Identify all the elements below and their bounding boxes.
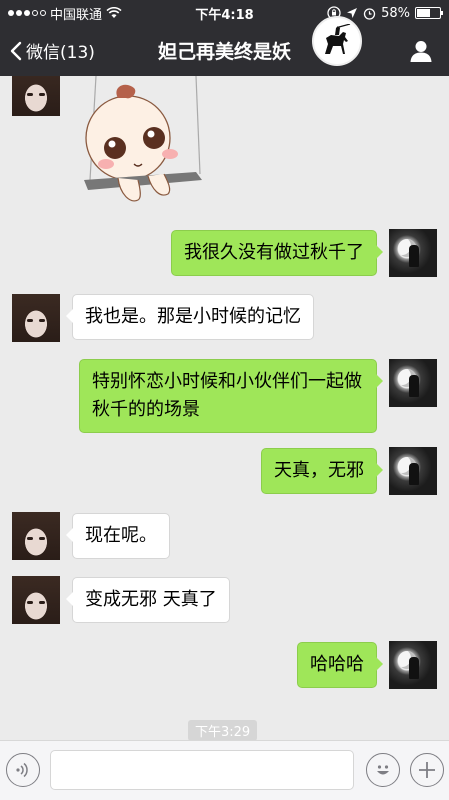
my-avatar[interactable]	[389, 229, 437, 277]
message-timestamp: 下午3:29	[188, 720, 258, 740]
location-icon	[347, 8, 358, 18]
my-avatar[interactable]	[389, 641, 437, 689]
wifi-icon	[106, 7, 122, 18]
message-text: 天真，无邪	[274, 460, 364, 481]
chat-nav-bar: 微信(13) 妲己再美终是妖	[0, 26, 449, 76]
back-label: 微信(13)	[26, 43, 95, 63]
more-button[interactable]	[410, 753, 444, 787]
horse-rider-icon	[325, 24, 351, 54]
battery-percent: 58%	[381, 5, 410, 21]
contact-avatar[interactable]	[12, 576, 60, 624]
contact-avatar[interactable]	[12, 76, 60, 116]
message-bubble-mine[interactable]: 哈哈哈	[297, 642, 383, 688]
chevron-left-icon	[10, 41, 22, 60]
message-bubble-mine[interactable]: 我很久没有做过秋千了	[171, 230, 383, 276]
message-text: 变成无邪 天真了	[85, 589, 217, 610]
message-text: 我也是。那是小时候的记忆	[85, 306, 301, 327]
alarm-icon	[363, 7, 376, 20]
message-input[interactable]	[50, 750, 354, 790]
message-bubble-theirs[interactable]: 我也是。那是小时候的记忆	[66, 294, 314, 340]
emoji-button[interactable]	[366, 753, 400, 787]
message-list[interactable]: 我很久没有做过秋千了 我也是。那是小时候的记忆 特别怀恋小时候和小伙伴们一起做秋…	[0, 76, 449, 740]
back-button[interactable]: 微信(13)	[10, 38, 95, 63]
message-text: 我很久没有做过秋千了	[184, 242, 364, 263]
message-text: 特别怀恋小时候和小伙伴们一起做秋千的的场景	[92, 371, 362, 420]
voice-icon	[16, 762, 28, 778]
contact-avatar[interactable]	[12, 512, 60, 560]
message-bubble-theirs[interactable]: 现在呢。	[66, 513, 170, 559]
signal-strength-icon	[8, 10, 46, 16]
my-avatar[interactable]	[389, 447, 437, 495]
contact-profile-badge[interactable]	[312, 16, 362, 66]
message-bubble-theirs[interactable]: 变成无邪 天真了	[66, 577, 230, 623]
status-bar: 中国联通 下午4:18 58%	[0, 0, 449, 26]
battery-icon	[415, 7, 443, 19]
carrier-name: 中国联通	[50, 7, 103, 23]
message-sticker[interactable]	[78, 76, 208, 212]
voice-button[interactable]	[6, 753, 40, 787]
contact-avatar[interactable]	[12, 294, 60, 342]
baby-on-swing-sticker	[84, 76, 202, 202]
person-icon[interactable]	[409, 39, 433, 63]
message-text: 现在呢。	[85, 525, 157, 546]
emoji-icon	[377, 765, 389, 775]
message-bubble-mine[interactable]: 天真，无邪	[261, 448, 383, 494]
plus-icon	[419, 762, 435, 778]
message-text: 哈哈哈	[310, 654, 364, 675]
my-avatar[interactable]	[389, 359, 437, 407]
input-bar	[0, 740, 449, 800]
message-bubble-mine[interactable]: 特别怀恋小时候和小伙伴们一起做秋千的的场景	[79, 359, 383, 433]
